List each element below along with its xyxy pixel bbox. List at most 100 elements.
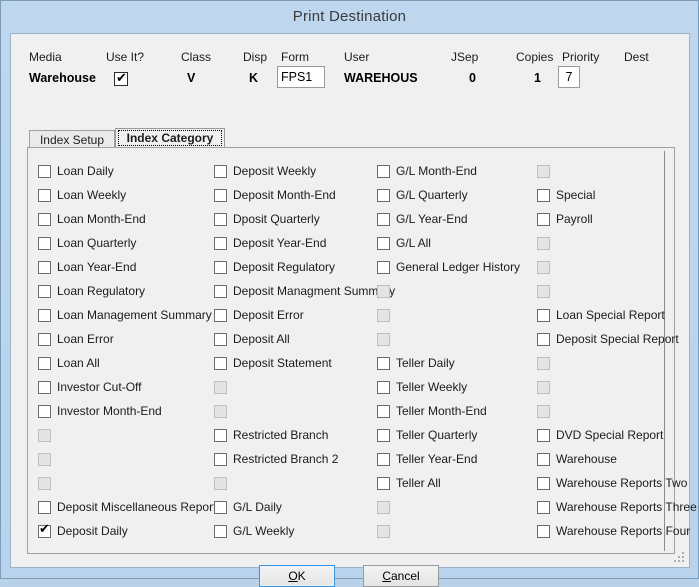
checkbox-row-loan-year-end[interactable]: Loan Year-End bbox=[38, 259, 136, 275]
checkbox-icon[interactable] bbox=[377, 237, 390, 250]
checkbox-row-restricted-branch[interactable]: Restricted Branch bbox=[214, 427, 328, 443]
checkbox-icon[interactable] bbox=[38, 213, 51, 226]
checkbox-icon[interactable] bbox=[537, 309, 550, 322]
checkbox-icon[interactable] bbox=[38, 357, 51, 370]
checkbox-icon[interactable] bbox=[537, 213, 550, 226]
header-checkbox-use-it[interactable]: ✔ bbox=[114, 72, 128, 86]
checkbox-row-loan-special-report[interactable]: Loan Special Report bbox=[537, 307, 665, 323]
checkbox-icon[interactable] bbox=[537, 453, 550, 466]
checkbox-row-g-l-year-end[interactable]: G/L Year-End bbox=[377, 211, 468, 227]
checkbox-icon[interactable] bbox=[377, 405, 390, 418]
checkbox-row-teller-weekly[interactable]: Teller Weekly bbox=[377, 379, 467, 395]
checkbox-icon[interactable] bbox=[38, 165, 51, 178]
checkbox-row-payroll[interactable]: Payroll bbox=[537, 211, 593, 227]
checkbox-row-loan-month-end[interactable]: Loan Month-End bbox=[38, 211, 146, 227]
checkbox-row-deposit-miscellaneous-reports[interactable]: Deposit Miscellaneous Reports bbox=[38, 499, 222, 515]
checkbox-icon[interactable] bbox=[214, 429, 227, 442]
checkbox-icon[interactable] bbox=[214, 165, 227, 178]
checkbox-icon[interactable] bbox=[377, 477, 390, 490]
checkbox-icon[interactable] bbox=[377, 381, 390, 394]
checkbox-icon[interactable] bbox=[214, 501, 227, 514]
checkbox-icon[interactable] bbox=[38, 381, 51, 394]
checkbox-row-loan-daily[interactable]: Loan Daily bbox=[38, 163, 114, 179]
checkbox-row-restricted-branch-2[interactable]: Restricted Branch 2 bbox=[214, 451, 338, 467]
tab-index-category[interactable]: Index Category bbox=[115, 128, 225, 148]
checkbox-row-deposit-month-end[interactable]: Deposit Month-End bbox=[214, 187, 336, 203]
checkbox-row-dvd-special-report[interactable]: DVD Special Report bbox=[537, 427, 663, 443]
checkbox-row-teller-daily[interactable]: Teller Daily bbox=[377, 355, 455, 371]
checkbox-row-g-l-daily[interactable]: G/L Daily bbox=[214, 499, 282, 515]
checkbox-icon[interactable] bbox=[38, 285, 51, 298]
checkbox-row-teller-all[interactable]: Teller All bbox=[377, 475, 441, 491]
checkbox-icon[interactable] bbox=[214, 189, 227, 202]
checkbox-row-general-ledger-history[interactable]: General Ledger History bbox=[377, 259, 520, 275]
ok-button[interactable]: OK bbox=[259, 565, 335, 587]
checkbox-row-teller-year-end[interactable]: Teller Year-End bbox=[377, 451, 477, 467]
checkbox-row-loan-all[interactable]: Loan All bbox=[38, 355, 100, 371]
checkbox-row-warehouse-reports-two[interactable]: Warehouse Reports Two bbox=[537, 475, 687, 491]
checkbox-icon[interactable] bbox=[214, 285, 227, 298]
checkbox-icon[interactable] bbox=[377, 189, 390, 202]
checkbox-icon[interactable] bbox=[214, 525, 227, 538]
tab-index-setup[interactable]: Index Setup bbox=[29, 130, 115, 148]
checkbox-row-g-l-weekly[interactable]: G/L Weekly bbox=[214, 523, 294, 539]
checkbox-icon[interactable] bbox=[377, 261, 390, 274]
header-input-priority[interactable] bbox=[558, 66, 580, 88]
checkbox-row-g-l-quarterly[interactable]: G/L Quarterly bbox=[377, 187, 468, 203]
checkbox-icon[interactable] bbox=[38, 189, 51, 202]
checkbox-icon[interactable] bbox=[38, 237, 51, 250]
checkbox-row-dposit-quarterly[interactable]: Dposit Quarterly bbox=[214, 211, 320, 227]
checkbox-row-g-l-all[interactable]: G/L All bbox=[377, 235, 431, 251]
checkbox-row-investor-cut-off[interactable]: Investor Cut-Off bbox=[38, 379, 141, 395]
checkbox-icon[interactable] bbox=[38, 405, 51, 418]
checkbox-row-loan-weekly[interactable]: Loan Weekly bbox=[38, 187, 126, 203]
checkbox-icon[interactable] bbox=[537, 333, 550, 346]
checkbox-row-special[interactable]: Special bbox=[537, 187, 595, 203]
checkbox-row-loan-quarterly[interactable]: Loan Quarterly bbox=[38, 235, 136, 251]
checkbox-icon[interactable] bbox=[537, 477, 550, 490]
checkbox-row-teller-month-end[interactable]: Teller Month-End bbox=[377, 403, 487, 419]
checkbox-icon[interactable] bbox=[214, 261, 227, 274]
checkbox-row-loan-management-summary[interactable]: Loan Management Summary bbox=[38, 307, 212, 323]
checkbox-icon[interactable] bbox=[38, 501, 51, 514]
checkbox-icon[interactable] bbox=[38, 333, 51, 346]
checkbox-icon[interactable]: ✔ bbox=[38, 525, 51, 538]
checkbox-row-deposit-statement[interactable]: Deposit Statement bbox=[214, 355, 332, 371]
checkbox-icon[interactable] bbox=[214, 237, 227, 250]
checkbox-icon[interactable] bbox=[214, 309, 227, 322]
checkbox-row-warehouse-reports-three[interactable]: Warehouse Reports Three bbox=[537, 499, 697, 515]
checkbox-row-deposit-all[interactable]: Deposit All bbox=[214, 331, 290, 347]
checkbox-row-deposit-weekly[interactable]: Deposit Weekly bbox=[214, 163, 316, 179]
checkbox-row-teller-quarterly[interactable]: Teller Quarterly bbox=[377, 427, 477, 443]
checkbox-row-deposit-special-report[interactable]: Deposit Special Report bbox=[537, 331, 679, 347]
resize-grip[interactable] bbox=[674, 552, 685, 563]
checkbox-icon[interactable] bbox=[377, 357, 390, 370]
checkbox-row-deposit-daily[interactable]: ✔Deposit Daily bbox=[38, 523, 128, 539]
checkbox-row-deposit-regulatory[interactable]: Deposit Regulatory bbox=[214, 259, 335, 275]
checkbox-row-warehouse[interactable]: Warehouse bbox=[537, 451, 617, 467]
header-input-form[interactable] bbox=[277, 66, 325, 88]
cancel-button[interactable]: Cancel bbox=[363, 565, 439, 587]
checkbox-icon[interactable] bbox=[377, 213, 390, 226]
checkbox-icon[interactable] bbox=[377, 429, 390, 442]
checkbox-row-loan-regulatory[interactable]: Loan Regulatory bbox=[38, 283, 145, 299]
checkbox-row-investor-month-end[interactable]: Investor Month-End bbox=[38, 403, 162, 419]
checkbox-row-deposit-managment-summary[interactable]: Deposit Managment Summary bbox=[214, 283, 395, 299]
checkbox-row-loan-error[interactable]: Loan Error bbox=[38, 331, 114, 347]
checkbox-icon[interactable] bbox=[537, 501, 550, 514]
checkbox-row-g-l-month-end[interactable]: G/L Month-End bbox=[377, 163, 477, 179]
checkbox-icon[interactable] bbox=[377, 453, 390, 466]
checkbox-icon[interactable] bbox=[537, 525, 550, 538]
checkbox-row-warehouse-reports-four[interactable]: Warehouse Reports Four bbox=[537, 523, 690, 539]
checkbox-row-deposit-error[interactable]: Deposit Error bbox=[214, 307, 304, 323]
checkbox-row-deposit-year-end[interactable]: Deposit Year-End bbox=[214, 235, 326, 251]
checkbox-icon[interactable] bbox=[537, 429, 550, 442]
checkbox-icon[interactable] bbox=[377, 165, 390, 178]
checkbox-icon[interactable] bbox=[38, 309, 51, 322]
checkbox-icon[interactable] bbox=[214, 333, 227, 346]
checkbox-icon[interactable] bbox=[214, 453, 227, 466]
checkbox-icon[interactable] bbox=[214, 213, 227, 226]
checkbox-icon[interactable] bbox=[214, 357, 227, 370]
checkbox-icon[interactable] bbox=[537, 189, 550, 202]
checkbox-icon[interactable] bbox=[38, 261, 51, 274]
